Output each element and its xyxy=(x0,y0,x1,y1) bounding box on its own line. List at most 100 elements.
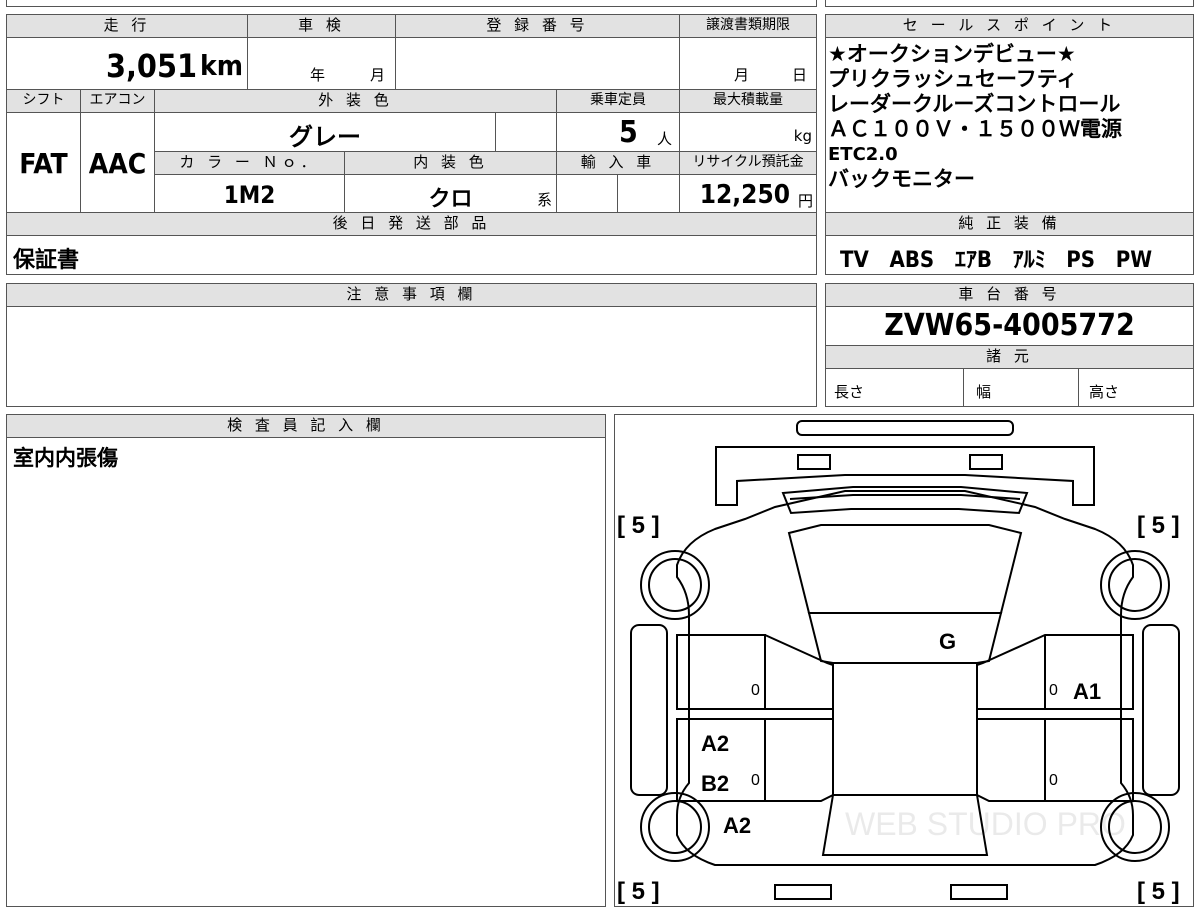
windshield xyxy=(787,524,1023,614)
sales-point-item: ★オークションデビュー★ xyxy=(828,42,1076,66)
import-cell-a xyxy=(556,174,618,213)
left-door-split xyxy=(677,708,834,720)
right-front-door-mark: A1 xyxy=(1073,679,1101,704)
mileage-cell: 3,051 km xyxy=(6,37,248,90)
later-parts-header: 後 日 発 送 部 品 xyxy=(6,212,817,236)
equipment-item: PS xyxy=(1066,248,1096,273)
mileage-header: 走 行 xyxy=(6,14,248,38)
later-parts-cell: 保証書 xyxy=(6,235,817,275)
inspector-cell: 室内内張傷 xyxy=(6,437,606,907)
equipment-item: ｴｱB xyxy=(954,248,992,273)
max-load-cell: kg xyxy=(679,112,817,152)
rear-lamp-left xyxy=(774,884,832,900)
top-strip xyxy=(6,0,817,7)
specs-height-label: 高さ xyxy=(1089,383,1120,401)
tire-right-front-mark: [ 5 ] xyxy=(1137,512,1180,539)
zero-mark: 0 xyxy=(751,772,760,789)
wheel-left-front xyxy=(640,550,710,620)
sales-points-header: セ ー ル ス ポ イ ン ト xyxy=(825,14,1194,38)
exterior-color-value: グレー xyxy=(289,123,361,151)
inspection-cell: 年 月 xyxy=(247,37,396,90)
transfer-deadline-header: 譲渡書類期限 xyxy=(679,14,817,38)
sales-points-cell: ★オークションデビュー★ プリクラッシュセーフティ レーダークルーズコントロール… xyxy=(825,37,1194,213)
later-parts-value: 保証書 xyxy=(13,248,80,273)
wheel-right-front xyxy=(1100,550,1170,620)
specs-width-label: 幅 xyxy=(976,383,992,401)
interior-color-cell: クロ 系 xyxy=(344,174,557,213)
specs-height-cell: 高さ xyxy=(1078,368,1194,407)
equipment-item: PW xyxy=(1115,248,1153,273)
notes-cell xyxy=(6,306,817,407)
recycle-unit: 円 xyxy=(797,192,813,210)
car-diagram-panel: [ 5 ] [ 5 ] [ 5 ] [ 5 ] G A1 A2 B2 A2 0 … xyxy=(614,414,1194,907)
front-bumper xyxy=(796,420,1014,436)
headlight-right xyxy=(969,454,1003,470)
genuine-equipment-header: 純 正 装 備 xyxy=(825,212,1194,236)
tire-left-rear-mark: [ 5 ] xyxy=(617,878,660,905)
chassis-cell: ZVW65-4005772 xyxy=(825,306,1194,346)
recycle-value: 12,250 xyxy=(699,180,790,210)
hood-frame xyxy=(715,446,1095,506)
color-no-header: カ ラ ー Ｎｏ． xyxy=(154,151,345,175)
recycle-header: リサイクル預託金 xyxy=(679,151,817,175)
inspection-year-label: 年 xyxy=(310,66,326,84)
headlight-left xyxy=(797,454,831,470)
right-door-split xyxy=(976,708,1133,720)
shift-header: シフト xyxy=(6,89,81,113)
color-no-value: 1M2 xyxy=(223,181,276,209)
recycle-cell: 12,250 円 xyxy=(679,174,817,213)
equipment-item: ｱﾙﾐ xyxy=(1012,248,1046,273)
chassis-header: 車 台 番 号 xyxy=(825,283,1194,307)
capacity-cell: 5 人 xyxy=(556,112,680,152)
sales-point-item: ＡＣ１００Ｖ・１５００Ｗ電源 xyxy=(828,117,1122,141)
left-side-rail xyxy=(630,624,668,796)
car-diagram: [ 5 ] [ 5 ] [ 5 ] [ 5 ] G A1 A2 B2 A2 0 … xyxy=(617,420,1180,905)
aircon-header: エアコン xyxy=(80,89,155,113)
zero-mark: 0 xyxy=(751,682,760,699)
sales-point-item: レーダークルーズコントロール xyxy=(828,92,1121,116)
sales-point-item: プリクラッシュセーフティ xyxy=(828,67,1078,91)
capacity-value: 5 xyxy=(619,115,638,150)
top-strip-right xyxy=(825,0,1194,7)
max-load-header: 最大積載量 xyxy=(679,89,817,113)
glass-damage-mark: G xyxy=(939,629,956,654)
genuine-equipment-list: TV ABS ｴｱB ｱﾙﾐ PS PW xyxy=(840,242,1152,274)
equipment-item: TV xyxy=(840,248,869,273)
wheel-left-rear xyxy=(640,792,710,862)
zero-mark: 0 xyxy=(1049,682,1058,699)
zero-mark: 0 xyxy=(1049,772,1058,789)
sales-points-list: ★オークションデビュー★ プリクラッシュセーフティ レーダークルーズコントロール… xyxy=(828,42,1122,192)
interior-color-value: クロ xyxy=(428,187,473,212)
registration-cell xyxy=(395,37,680,90)
mileage-unit: km xyxy=(200,49,243,82)
left-rear-fender-mark: A2 xyxy=(723,813,751,838)
roof xyxy=(807,612,1003,664)
sales-point-item: ETC2.0 xyxy=(828,144,898,165)
tire-left-front-mark: [ 5 ] xyxy=(617,512,660,539)
right-side-rail xyxy=(1142,624,1180,796)
left-rear-door-mark-1: A2 xyxy=(701,731,729,756)
shift-cell: FAT xyxy=(6,112,81,213)
max-load-unit: kg xyxy=(793,127,812,145)
specs-length-cell: 長さ xyxy=(825,368,964,407)
equipment-item: ABS xyxy=(889,248,935,273)
chassis-value: ZVW65-4005772 xyxy=(884,308,1135,343)
specs-header: 諸 元 xyxy=(825,345,1194,369)
specs-width-cell: 幅 xyxy=(963,368,1079,407)
capacity-header: 乗車定員 xyxy=(556,89,680,113)
registration-header: 登 録 番 号 xyxy=(395,14,680,38)
transfer-day-label: 日 xyxy=(792,66,808,84)
capacity-unit: 人 xyxy=(657,130,673,148)
shift-value: FAT xyxy=(19,147,68,180)
interior-color-suffix: 系 xyxy=(536,191,552,209)
transfer-month-label: 月 xyxy=(734,66,750,84)
color-no-cell: 1M2 xyxy=(154,174,345,213)
inspection-month-label: 月 xyxy=(370,66,386,84)
mileage-value: 3,051 xyxy=(105,47,197,85)
notes-header: 注 意 事 項 欄 xyxy=(6,283,817,307)
tire-right-rear-mark: [ 5 ] xyxy=(1137,878,1180,905)
import-header: 輸 入 車 xyxy=(556,151,680,175)
genuine-equipment-cell: TV ABS ｴｱB ｱﾙﾐ PS PW xyxy=(825,235,1194,275)
sales-point-item: バックモニター xyxy=(828,167,975,191)
transfer-deadline-cell: 月 日 xyxy=(679,37,817,90)
